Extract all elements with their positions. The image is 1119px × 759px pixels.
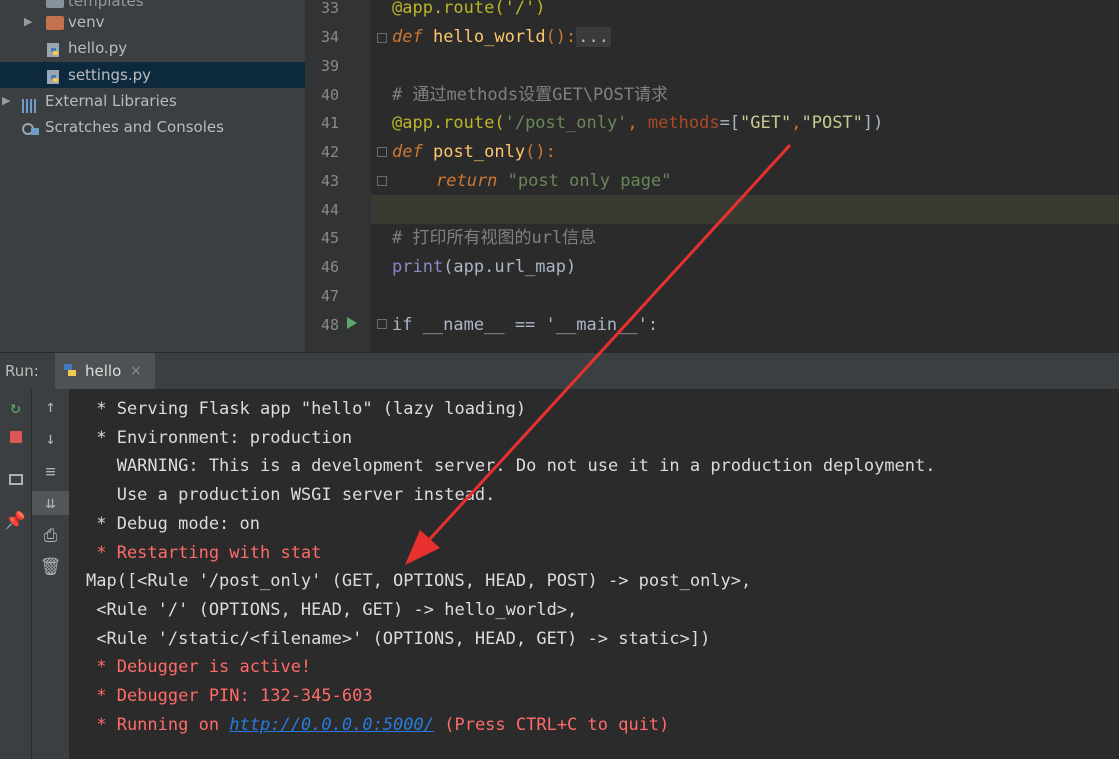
tab-hello[interactable]: hello × bbox=[55, 353, 155, 389]
run-label: Run: bbox=[5, 362, 39, 380]
code-line-41: @app.route('/post_only', methods=["GET",… bbox=[392, 113, 884, 133]
console-line: * Environment: production bbox=[86, 428, 353, 448]
console-line: * Serving Flask app "hello" (lazy loadin… bbox=[86, 399, 527, 419]
console-line-running: * Running on http://0.0.0.0:5000/ (Press… bbox=[86, 715, 670, 735]
project-tree: templates ▶ venv hello.py settings.py ▶ … bbox=[0, 0, 305, 352]
close-tab-icon[interactable]: × bbox=[130, 363, 142, 379]
console-line: Map([<Rule '/post_only' (GET, OPTIONS, H… bbox=[86, 571, 752, 591]
fold-collapse-icon[interactable] bbox=[377, 319, 387, 329]
code-line-42: def post_only(): bbox=[392, 142, 556, 162]
down-arrow-icon[interactable]: ↓ bbox=[32, 427, 69, 451]
rerun-icon[interactable]: ↻ bbox=[0, 396, 31, 420]
console-line: <Rule '/static/<filename>' (OPTIONS, HEA… bbox=[86, 629, 711, 649]
console-line-error: * Restarting with stat bbox=[86, 543, 322, 563]
line-number: 41 bbox=[320, 114, 339, 132]
console-output[interactable]: * Serving Flask app "hello" (lazy loadin… bbox=[69, 389, 1119, 759]
line-number: 47 bbox=[320, 287, 339, 305]
run-toolbar-actions: ↻ 📌 bbox=[0, 389, 32, 759]
server-url-link[interactable]: http://0.0.0.0:5000/ bbox=[229, 715, 434, 735]
line-number: 34 bbox=[320, 28, 339, 46]
python-icon bbox=[61, 361, 79, 383]
layout-icon[interactable] bbox=[0, 467, 31, 491]
code-line-43: return "post only page" bbox=[436, 171, 672, 191]
line-number: 45 bbox=[320, 229, 339, 247]
code-line-48: if __name__ == '__main__': bbox=[392, 315, 659, 335]
console-line-error: * Debugger is active! bbox=[86, 657, 312, 677]
line-number: 40 bbox=[320, 86, 339, 104]
console-line-error: * Debugger PIN: 132-345-603 bbox=[86, 686, 373, 706]
folder-icon bbox=[46, 16, 64, 30]
trash-icon[interactable]: 🗑 bbox=[32, 555, 69, 579]
pin-icon[interactable]: 📌 bbox=[0, 509, 31, 533]
line-number: 43 bbox=[320, 172, 339, 190]
tree-item-external-libraries[interactable]: ▶ External Libraries bbox=[0, 88, 305, 114]
fold-expand-icon[interactable] bbox=[377, 33, 387, 43]
code-line-34: def hello_world():... bbox=[392, 27, 611, 47]
current-line-highlight bbox=[305, 195, 1119, 224]
tree-item-venv[interactable]: ▶ venv bbox=[0, 9, 305, 35]
expand-arrow-icon[interactable]: ▶ bbox=[24, 9, 32, 35]
line-number: 48 bbox=[320, 316, 339, 334]
fold-end-icon[interactable] bbox=[377, 176, 387, 186]
code-editor[interactable]: 33 34 39 40 41 42 43 44 45 46 47 48 @app… bbox=[305, 0, 1119, 352]
line-number: 46 bbox=[320, 258, 339, 276]
fold-collapse-icon[interactable] bbox=[377, 147, 387, 157]
expand-arrow-icon[interactable]: ▶ bbox=[2, 88, 10, 114]
code-line-46: print(app.url_map) bbox=[392, 257, 577, 277]
run-toolwindow-header: Run: hello × bbox=[0, 352, 1119, 389]
folded-code-placeholder[interactable]: ... bbox=[576, 27, 611, 47]
library-icon bbox=[22, 95, 40, 113]
stop-icon[interactable] bbox=[0, 425, 31, 449]
line-number: 33 bbox=[320, 0, 339, 17]
run-toolbar-console: ↑ ↓ ≡ ⇊ ⎙ 🗑 bbox=[32, 389, 69, 759]
console-line: WARNING: This is a development server. D… bbox=[86, 456, 936, 476]
line-number: 42 bbox=[320, 143, 339, 161]
code-line-33: @app.route('/') bbox=[392, 0, 546, 18]
code-line-40: # 通过methods设置GET\POST请求 bbox=[392, 85, 668, 105]
line-number: 44 bbox=[320, 201, 339, 219]
code-line-45: # 打印所有视图的url信息 bbox=[392, 228, 597, 248]
folder-icon bbox=[46, 0, 64, 8]
console-line: <Rule '/' (OPTIONS, HEAD, GET) -> hello_… bbox=[86, 600, 578, 620]
tree-item-settings-py[interactable]: settings.py bbox=[0, 62, 305, 88]
tree-item-scratches[interactable]: Scratches and Consoles bbox=[0, 114, 305, 140]
tree-item-hello-py[interactable]: hello.py bbox=[0, 35, 305, 61]
scratches-icon bbox=[22, 119, 40, 145]
line-number: 39 bbox=[320, 57, 339, 75]
print-icon[interactable]: ⎙ bbox=[32, 524, 69, 548]
run-gutter-icon[interactable] bbox=[346, 316, 358, 330]
soft-wrap-icon[interactable]: ≡ bbox=[32, 460, 69, 484]
console-line: Use a production WSGI server instead. bbox=[86, 485, 496, 505]
scroll-to-end-icon[interactable]: ⇊ bbox=[32, 491, 69, 515]
up-arrow-icon[interactable]: ↑ bbox=[32, 395, 69, 419]
console-line: * Debug mode: on bbox=[86, 514, 260, 534]
